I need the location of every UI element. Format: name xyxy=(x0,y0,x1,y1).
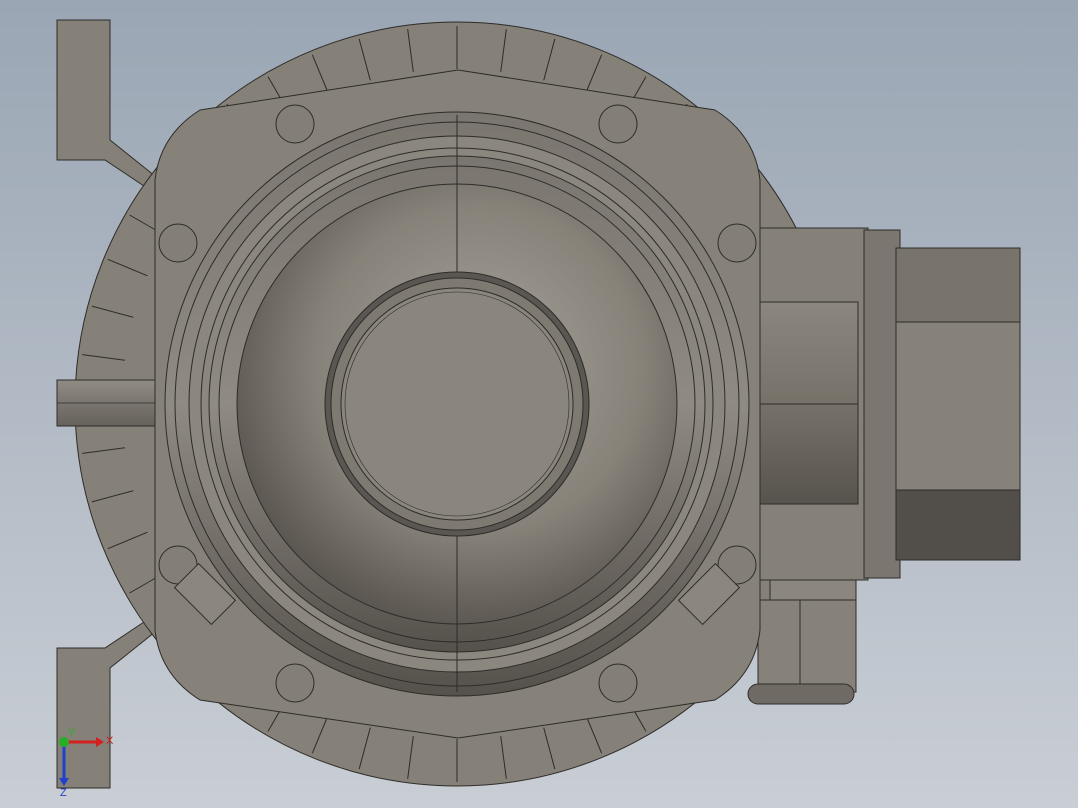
bolt-hole xyxy=(717,223,757,263)
bolt-hole xyxy=(158,223,198,263)
z-axis-arrowhead xyxy=(59,778,69,786)
bolt-hole xyxy=(598,663,638,703)
bolt-hole xyxy=(275,663,315,703)
orientation-triad: X Y Z xyxy=(59,728,114,798)
x-axis-label: X xyxy=(106,735,114,747)
y-axis-label: Y xyxy=(68,728,76,739)
center-hub[interactable] xyxy=(340,287,574,521)
z-axis-label: Z xyxy=(60,787,67,798)
bolt-hole xyxy=(275,104,315,144)
bolt-hole xyxy=(598,104,638,144)
cad-viewport[interactable]: X Y Z xyxy=(0,0,1078,808)
terminal-box[interactable] xyxy=(729,227,1021,581)
x-axis-arrowhead xyxy=(96,737,104,747)
mounting-bracket-top[interactable] xyxy=(56,19,161,191)
motor-model-view[interactable] xyxy=(0,0,1078,808)
